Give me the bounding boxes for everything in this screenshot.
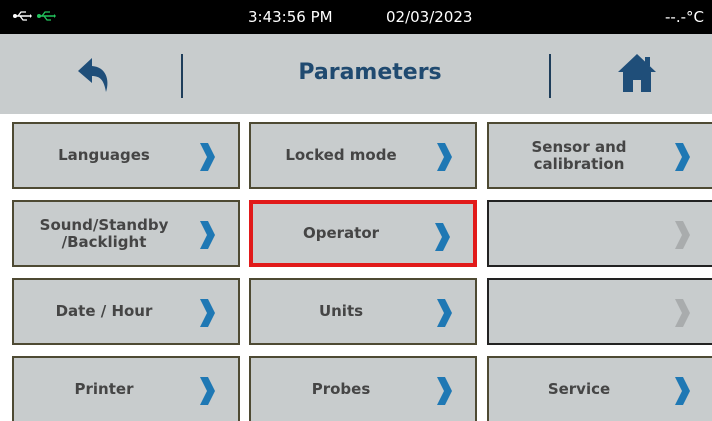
tile-label: Probes	[311, 380, 371, 398]
page-title: Parameters	[298, 60, 442, 85]
chevron-right-icon	[437, 377, 452, 405]
tile-empty-1	[487, 200, 712, 267]
chevron-right-icon	[200, 143, 215, 171]
tile-probes[interactable]: Probes	[249, 356, 477, 421]
status-date: 02/03/2023	[386, 8, 473, 26]
home-icon[interactable]	[614, 50, 660, 96]
tile-printer[interactable]: Printer	[12, 356, 240, 421]
chevron-right-disabled-icon	[675, 299, 690, 327]
usb-connected-icon	[37, 11, 56, 21]
chevron-right-icon	[437, 143, 452, 171]
tile-label	[497, 280, 661, 343]
chevron-right-icon	[200, 377, 215, 405]
parameters-grid: Languages Locked mode Sensor and calibra…	[0, 114, 712, 421]
tile-label: Units	[318, 302, 364, 320]
tile-empty-2	[487, 278, 712, 345]
header-divider-left	[181, 54, 183, 98]
tile-label: Sound/Standby /Backlight	[39, 215, 169, 251]
tile-label: Operator	[302, 224, 380, 242]
tile-sound-standby-backlight[interactable]: Sound/Standby /Backlight	[12, 200, 240, 267]
tile-operator[interactable]: Operator	[249, 200, 477, 267]
tile-service[interactable]: Service	[487, 356, 712, 421]
status-bar: 3:43:56 PM 02/03/2023 --.-°C	[0, 0, 712, 34]
tile-label: Sensor and calibration	[531, 137, 627, 173]
tile-sensor-calibration[interactable]: Sensor and calibration	[487, 122, 712, 189]
tile-languages[interactable]: Languages	[12, 122, 240, 189]
chevron-right-icon	[437, 299, 452, 327]
back-arrow-icon[interactable]	[72, 52, 118, 98]
chevron-right-icon	[435, 223, 450, 251]
tile-label: Printer	[74, 380, 134, 398]
header-divider-right	[549, 54, 551, 98]
tile-date-hour[interactable]: Date / Hour	[12, 278, 240, 345]
usb-icon	[13, 11, 32, 21]
tile-label: Languages	[58, 146, 150, 164]
status-temperature: --.-°C	[665, 8, 704, 26]
tile-locked-mode[interactable]: Locked mode	[249, 122, 477, 189]
chevron-right-icon	[675, 143, 690, 171]
chevron-right-icon	[200, 221, 215, 249]
chevron-right-icon	[200, 299, 215, 327]
chevron-right-disabled-icon	[675, 221, 690, 249]
chevron-right-icon	[675, 377, 690, 405]
tile-label: Date / Hour	[55, 302, 153, 320]
header-bar: Parameters	[0, 34, 712, 114]
tile-label: Locked mode	[285, 146, 397, 164]
tile-label: Service	[547, 380, 611, 398]
status-time: 3:43:56 PM	[248, 8, 333, 26]
tile-label	[497, 202, 661, 265]
tile-units[interactable]: Units	[249, 278, 477, 345]
